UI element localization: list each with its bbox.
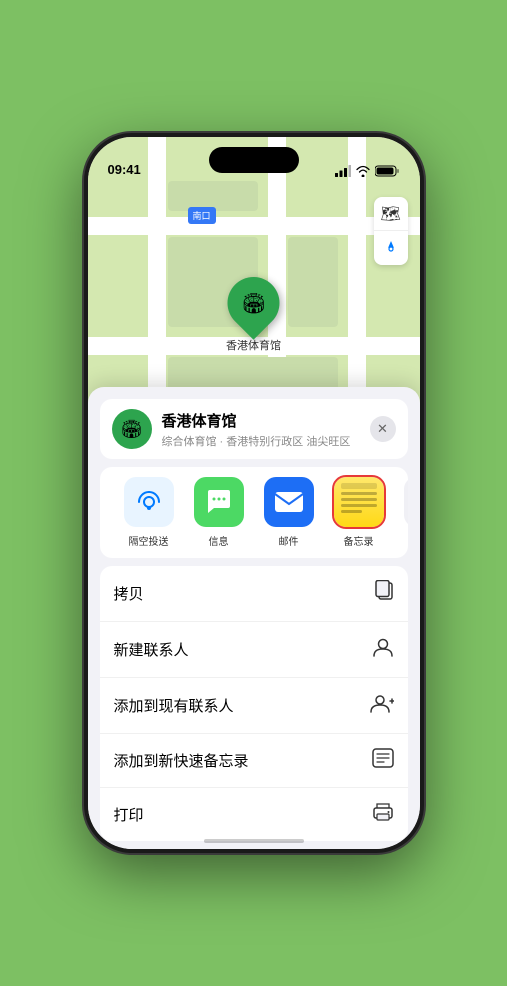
notes-label: 备忘录 [344,533,374,548]
share-mail[interactable]: 邮件 [254,477,324,548]
bottom-sheet: 🏟 香港体育馆 综合体育馆 · 香港特别行政区 油尖旺区 ✕ [88,387,420,849]
messages-icon [204,488,234,516]
screen: 09:41 [88,137,420,849]
status-icons [335,165,400,177]
more-icon-box [404,477,408,527]
share-row: 隔空投送 信息 [100,467,408,558]
map-pin-inner: 🏟 [241,291,266,316]
airdrop-icon-box [124,477,174,527]
menu-print-text: 打印 [114,804,144,825]
status-time: 09:41 [108,162,141,177]
menu-new-contact[interactable]: 新建联系人 [100,622,408,678]
notes-icon [334,477,384,527]
wifi-icon [355,165,371,177]
menu-section: 拷贝 新建联系人 [100,566,408,841]
close-button[interactable]: ✕ [370,416,396,442]
messages-label: 信息 [209,533,229,548]
map-type-button[interactable]: 🗺 [374,197,408,231]
location-button[interactable] [374,231,408,265]
share-messages[interactable]: 信息 [184,477,254,548]
airdrop-label: 隔空投送 [129,533,169,548]
airdrop-icon [135,488,163,516]
phone-frame: 09:41 [84,133,424,853]
share-airdrop[interactable]: 隔空投送 [114,477,184,548]
map-pin-container: 🏟 香港体育馆 [226,277,281,353]
signal-icon [335,165,351,177]
mail-label: 邮件 [279,533,299,548]
share-more[interactable]: 提 [394,477,408,548]
place-header: 🏟 香港体育馆 综合体育馆 · 香港特别行政区 油尖旺区 ✕ [100,399,408,459]
mail-icon [274,491,304,513]
messages-icon-box [194,477,244,527]
place-info: 香港体育馆 综合体育馆 · 香港特别行政区 油尖旺区 [162,410,360,449]
menu-add-existing[interactable]: 添加到现有联系人 [100,678,408,734]
menu-quick-note[interactable]: 添加到新快速备忘录 [100,734,408,788]
quick-note-icon [372,748,394,773]
home-indicator [204,839,304,843]
place-icon: 🏟 [112,409,152,449]
print-icon [372,802,394,827]
location-label: 南口 [188,207,216,224]
place-subtitle: 综合体育馆 · 香港特别行政区 油尖旺区 [162,433,360,449]
menu-add-existing-text: 添加到现有联系人 [114,695,234,716]
battery-icon [375,165,400,177]
notes-icon-box [334,477,384,527]
new-contact-icon [372,636,394,663]
add-contact-icon [370,692,394,719]
mail-icon-box [264,477,314,527]
menu-copy-text: 拷贝 [114,583,144,604]
dynamic-island [209,147,299,173]
menu-copy[interactable]: 拷贝 [100,566,408,622]
menu-new-contact-text: 新建联系人 [114,639,189,660]
share-notes[interactable]: 备忘录 [324,477,394,548]
place-name: 香港体育馆 [162,410,360,431]
copy-icon [374,580,394,607]
menu-quick-note-text: 添加到新快速备忘录 [114,750,249,771]
map-controls: 🗺 [374,197,408,265]
menu-print[interactable]: 打印 [100,788,408,841]
map-pin: 🏟 [217,266,291,340]
